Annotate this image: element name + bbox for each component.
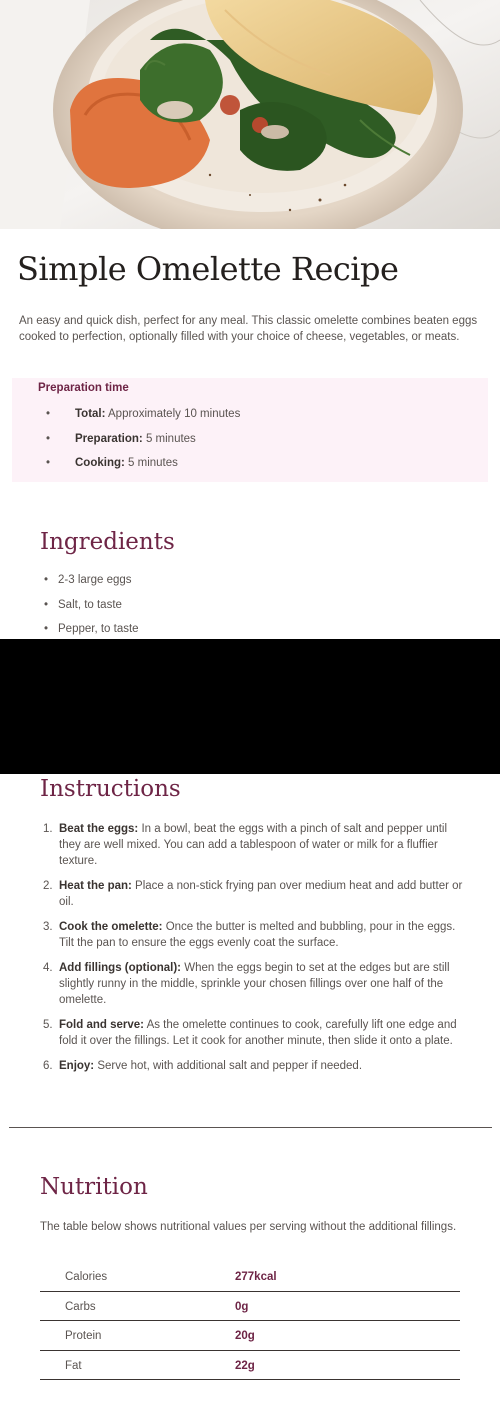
step-number: 2. [43,880,53,892]
prep-item-label: Cooking: [75,457,125,469]
step-number: 1. [43,823,53,835]
ingredient-item: 2-3 large eggs [44,574,139,599]
prep-item-label: Preparation: [75,432,143,445]
nutrient-name: Protein [65,1330,102,1342]
prep-item-value: 5 minutes [128,457,178,469]
nutrition-description: The table below shows nutritional values… [40,1221,457,1233]
instructions-list: 1. Beat the eggs: In a bowl, beat the eg… [43,821,463,1083]
step-text: Serve hot, with additional salt and pepp… [97,1060,363,1072]
step-label: Add fillings (optional): [59,962,182,974]
instruction-step: 4. Add fillings (optional): When the egg… [43,960,463,1008]
step-number: 6. [43,1060,53,1072]
table-row: Carbs 0g [40,1292,460,1321]
hero-image [0,0,500,229]
instruction-step: 5. Fold and serve: As the omelette conti… [43,1017,463,1049]
step-label: Heat the pan: [59,880,132,892]
preparation-time-item: Total: Approximately 10 minutes [38,408,240,433]
nutrient-value: 22g [235,1359,255,1372]
prep-item-value: 5 minutes [145,432,196,445]
page-title: Simple Omelette Recipe [17,250,399,288]
instruction-step: 3. Cook the omelette: Once the butter is… [43,919,463,951]
ingredients-heading: Ingredients [40,529,175,555]
nutrient-name: Carbs [65,1300,96,1313]
ingredients-list: 2-3 large eggs Salt, to taste Pepper, to… [44,574,139,648]
step-number: 4. [43,962,53,974]
nutrient-value: 20g [235,1330,255,1342]
step-label: Fold and serve: [59,1019,144,1031]
preparation-time-box: Preparation time Total: Approximately 10… [12,378,488,482]
table-row: Calories 277kcal [40,1262,460,1292]
prep-item-value: Approximately 10 minutes [108,408,241,420]
section-divider [9,1127,492,1128]
step-number: 3. [43,921,53,933]
instruction-step: 2. Heat the pan: Place a non-stick fryin… [43,878,463,910]
nutrient-value: 277kcal [235,1271,277,1283]
step-label: Beat the eggs: [59,823,139,835]
table-row: Fat 22g [40,1351,460,1380]
step-number: 5. [43,1019,53,1031]
nutrition-table: Calories 277kcal Carbs 0g Protein 20g Fa… [40,1262,460,1380]
redacted-region [0,639,500,774]
nutrient-value: 0g [235,1300,249,1313]
prep-item-label: Total: [75,408,106,420]
step-label: Enjoy: [59,1060,95,1072]
preparation-time-item: Preparation: 5 minutes [38,433,240,458]
intro-text: An easy and quick dish, perfect for any … [19,315,478,343]
preparation-time-item: Cooking: 5 minutes [38,457,240,482]
step-label: Cook the omelette: [59,921,163,933]
nutrient-name: Calories [65,1271,108,1283]
omelette-photo [0,0,500,229]
instruction-step: 6. Enjoy: Serve hot, with additional sal… [43,1058,463,1074]
table-row: Protein 20g [40,1321,460,1351]
instructions-heading: Instructions [40,776,181,802]
nutrient-name: Fat [65,1359,82,1372]
nutrition-heading: Nutrition [40,1174,148,1200]
preparation-time-title: Preparation time [38,382,129,394]
instruction-step: 1. Beat the eggs: In a bowl, beat the eg… [43,821,463,869]
preparation-time-list: Total: Approximately 10 minutes Preparat… [38,408,240,482]
ingredient-item: Salt, to taste [44,599,139,624]
